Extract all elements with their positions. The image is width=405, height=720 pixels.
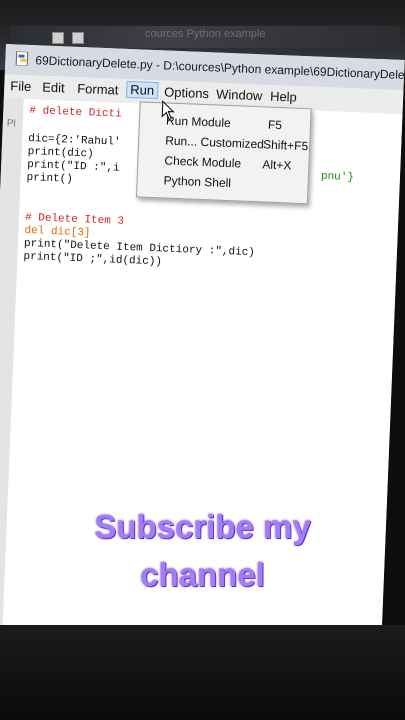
code-line: print() [26,171,74,186]
python-file-icon [15,51,29,66]
run-module-shortcut: F5 [267,117,283,133]
checkbox-icon [72,32,84,44]
subscribe-overlay-line2: channel [140,556,265,593]
background-window-title: cources Python example [145,28,266,40]
python-shell-label: Python Shell [163,173,232,191]
monitor-bezel-bottom [0,625,405,720]
menu-edit[interactable]: Edit [42,79,65,95]
idle-window: 69DictionaryDelete.py - D:\cources\Pytho… [0,44,405,642]
code-line: # delete Dicti [29,104,122,121]
code-fragment: pnu'} [320,170,355,185]
checkbox-icon [52,32,64,44]
left-panel-label: Pl [6,118,16,130]
menu-format[interactable]: Format [77,81,119,98]
check-module-shortcut: Alt+X [262,157,292,173]
subscribe-overlay-line1: Subscribe my [94,508,311,545]
menu-file[interactable]: File [10,78,32,94]
menu-options[interactable]: Options [164,84,209,101]
run-module-label: Run Module [165,113,232,131]
menu-run[interactable]: Run [125,80,159,100]
check-module-label: Check Module [164,153,242,171]
menu-help[interactable]: Help [270,89,297,105]
background-window: cources Python example [10,26,400,48]
run-customized-label: Run... Customized [164,133,265,152]
menu-window[interactable]: Window [216,86,263,103]
mouse-cursor-icon [161,100,175,121]
run-customized-shortcut: Shift+F5 [262,137,309,154]
